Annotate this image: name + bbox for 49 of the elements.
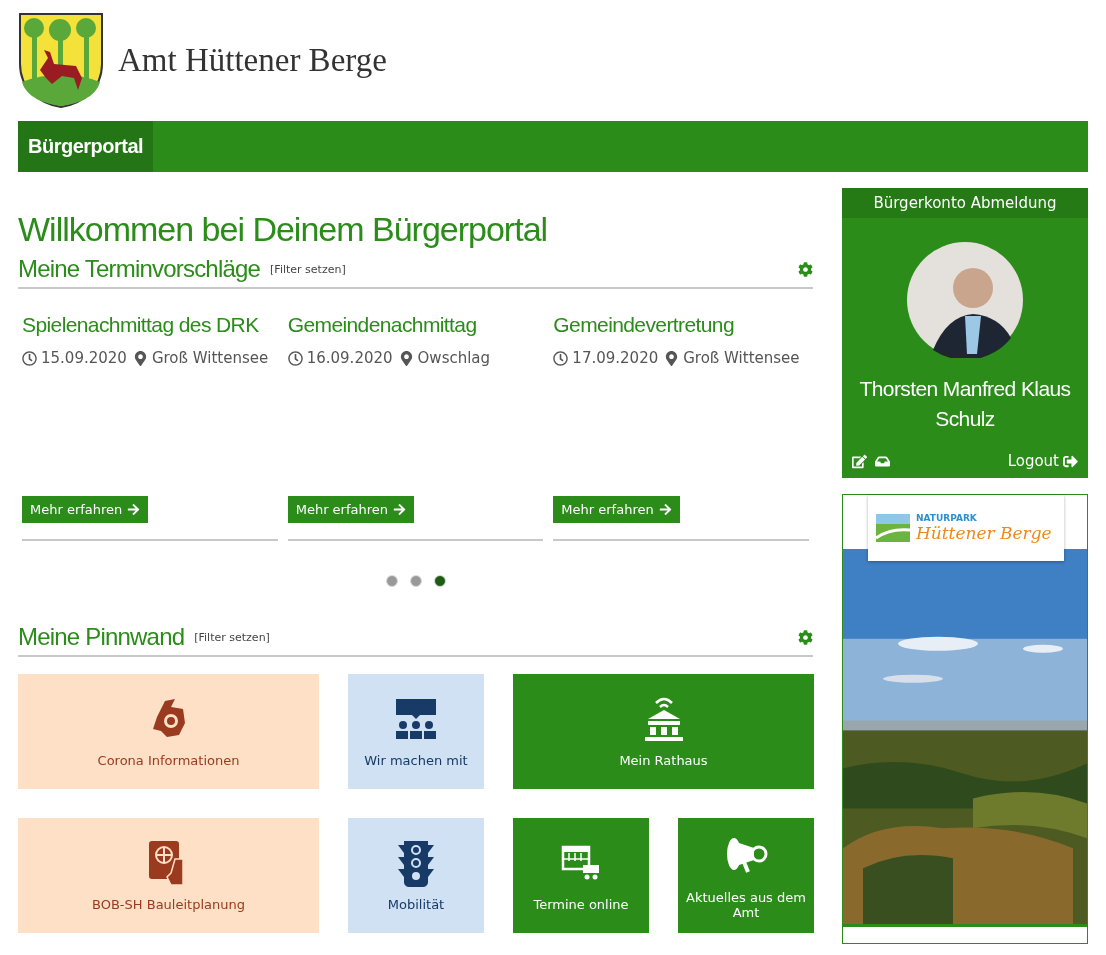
logo-title: Hüttener Berge — [916, 523, 1052, 543]
event-title[interactable]: Gemeindevertretung — [553, 313, 809, 337]
pinboard-tile[interactable]: Corona Informationen — [18, 674, 319, 789]
pinboard-tile[interactable]: Wir machen mit — [348, 674, 484, 789]
more-button[interactable]: Mehr erfahren — [22, 496, 149, 523]
pinboard-tile[interactable]: BOB-SH Bauleitplanung — [18, 818, 319, 933]
event-date: 17.09.2020 — [572, 349, 659, 367]
settings-icon[interactable] — [798, 629, 813, 645]
landscape-logo-icon — [876, 514, 910, 542]
location-pin-icon — [132, 350, 148, 366]
event-date: 15.09.2020 — [41, 349, 127, 367]
event-place: Groß Wittensee — [683, 349, 800, 367]
filter-link[interactable]: [Filter setzen] — [194, 630, 270, 644]
more-button[interactable]: Mehr erfahren — [287, 496, 415, 523]
clock-icon — [22, 350, 37, 366]
advert-banner[interactable]: NATURPARK Hüttener Berge — [842, 494, 1088, 944]
section-heading: Meine Terminvorschläge — [18, 255, 261, 283]
event-title[interactable]: Gemeindenachmittag — [287, 313, 544, 337]
site-title: Amt Hüttener Berge — [118, 42, 387, 79]
clock-icon — [287, 350, 303, 366]
logout-link[interactable]: Logout — [1007, 452, 1078, 470]
nav-tab[interactable]: Bürgerportal — [18, 121, 154, 172]
arrow-right-icon — [127, 503, 141, 516]
pinboard-tile[interactable]: Mein Rathaus — [513, 674, 814, 789]
pinboard-tile[interactable]: Aktuelles aus dem Amt — [678, 818, 814, 933]
pinboard-tile[interactable]: Mobilität — [348, 818, 484, 933]
location-pin-icon — [664, 350, 680, 366]
pinboard-tile[interactable]: Termine online — [513, 818, 649, 933]
logo-kicker: NATURPARK — [916, 513, 978, 523]
carousel-dot[interactable] — [409, 575, 422, 587]
logout-icon — [1063, 453, 1078, 469]
location-pin-icon — [398, 350, 414, 366]
event-date: 16.09.2020 — [306, 349, 393, 367]
event-place: Groß Wittensee — [151, 349, 269, 367]
more-button[interactable]: Mehr erfahren — [553, 496, 680, 523]
arrow-right-icon — [393, 503, 407, 516]
arrow-right-icon — [658, 503, 672, 516]
carousel-dot[interactable] — [433, 575, 446, 587]
carousel-dot[interactable] — [385, 575, 398, 587]
edit-icon[interactable] — [852, 453, 867, 469]
account-header: Bürgerkonto Abmeldung — [842, 188, 1088, 218]
event-title[interactable]: Spielenachmittag des DRK — [22, 313, 278, 337]
user-name: Thorsten Manfred Klaus Schulz — [858, 376, 1072, 432]
section-heading: Meine Pinnwand — [18, 623, 185, 651]
clock-icon — [553, 350, 569, 366]
welcome-heading: Willkommen bei Deinem Bürgerportal — [18, 210, 549, 249]
settings-icon[interactable] — [798, 261, 813, 277]
filter-link[interactable]: [Filter setzen] — [270, 262, 346, 276]
event-place: Owschlag — [417, 349, 491, 367]
